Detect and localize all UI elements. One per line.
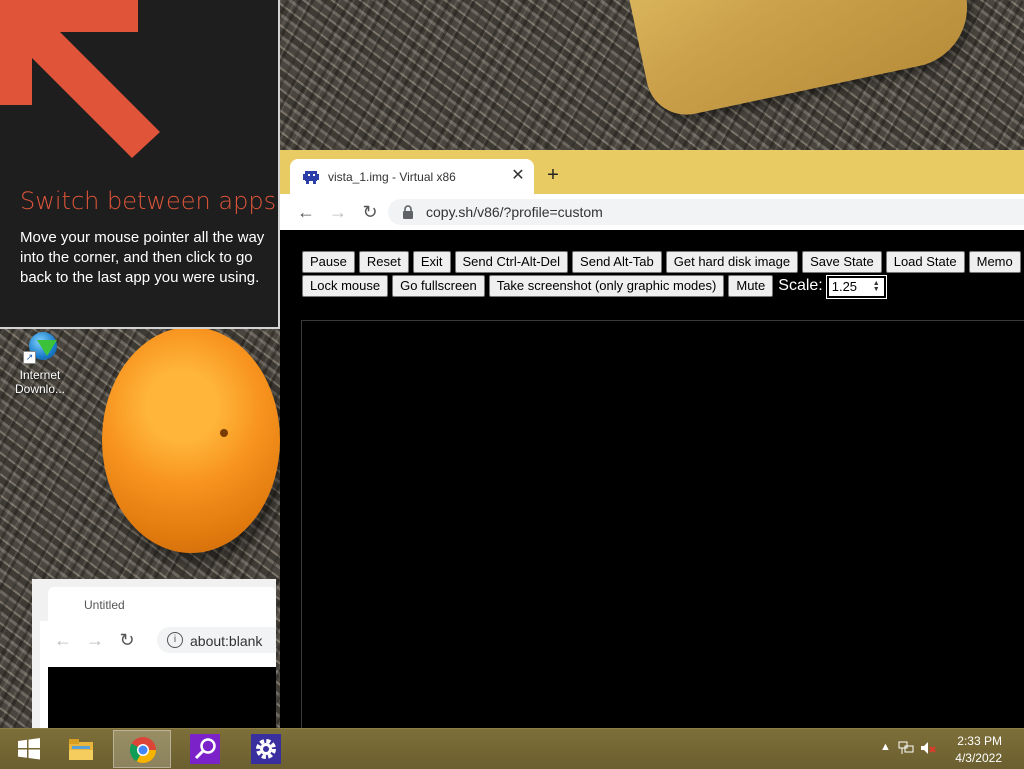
taskbar: ▲ 2:33 PM 4/3/2022 xyxy=(0,728,1024,769)
gear-icon xyxy=(251,734,281,764)
folder-icon xyxy=(69,739,93,760)
tip-panel: Switch between apps Move your mouse poin… xyxy=(0,0,280,329)
browser-window: vista_1.img - Virtual x86 ✕ + ← → ↻ copy… xyxy=(280,150,1024,728)
show-hidden-icons-icon[interactable]: ▲ xyxy=(880,741,891,753)
mini-browser-black-area xyxy=(48,667,276,728)
taskbar-search-app[interactable] xyxy=(176,730,234,768)
volume-muted-icon[interactable] xyxy=(920,741,936,755)
address-bar[interactable]: copy.sh/v86/?profile=custom xyxy=(388,199,1024,225)
mini-browser-toolbar: ← → ↻ i about:blank xyxy=(40,621,276,659)
tab-title: vista_1.img - Virtual x86 xyxy=(328,170,456,184)
reset-button[interactable]: Reset xyxy=(358,251,409,273)
mini-browser-content xyxy=(40,659,276,728)
desktop-icon-label-line2: Downlo... xyxy=(14,382,66,396)
taskbar-settings-app[interactable] xyxy=(237,730,295,768)
get-hard-disk-image-button[interactable]: Get hard disk image xyxy=(665,251,799,273)
tab-strip: vista_1.img - Virtual x86 ✕ + xyxy=(280,150,1024,194)
mini-tab-title: Untitled xyxy=(84,598,125,612)
spinner-arrows-icon[interactable]: ▲ ▼ xyxy=(873,280,880,293)
tab-close-icon[interactable]: ✕ xyxy=(509,167,527,185)
load-state-button[interactable]: Load State xyxy=(885,251,965,273)
mini-address-bar[interactable]: i about:blank xyxy=(157,627,276,653)
scale-label: Scale: xyxy=(778,277,823,294)
back-arrow-icon[interactable]: ← xyxy=(295,201,317,223)
info-icon: i xyxy=(167,632,183,648)
send-alt-tab-button[interactable]: Send Alt-Tab xyxy=(572,251,662,273)
clock-date[interactable]: 4/3/2022 xyxy=(942,751,1002,765)
mini-browser-tab[interactable]: Untitled ✕ xyxy=(48,587,276,621)
lock-mouse-button[interactable]: Lock mouse xyxy=(302,275,389,297)
go-fullscreen-button[interactable]: Go fullscreen xyxy=(392,275,485,297)
wallpaper-orange xyxy=(102,327,280,553)
save-state-button[interactable]: Save State xyxy=(802,251,882,273)
mini-address-url: about:blank xyxy=(190,633,263,649)
mute-button[interactable]: Mute xyxy=(728,275,774,297)
magnifier-icon xyxy=(190,734,220,764)
internet-download-manager-icon: ↗ xyxy=(23,330,57,364)
emulator-screen[interactable] xyxy=(301,320,1024,728)
mini-reload-icon[interactable]: ↻ xyxy=(116,629,138,651)
browser-tab[interactable]: vista_1.img - Virtual x86 ✕ xyxy=(290,159,534,194)
lock-icon xyxy=(403,205,413,219)
windows-logo-icon xyxy=(18,738,40,760)
taskbar-chrome[interactable] xyxy=(113,730,171,768)
control-buttons-row-1: Pause Reset Exit Send Ctrl-Alt-Del Send Alt-… xyxy=(302,251,1024,273)
address-url: copy.sh/v86/?profile=custom xyxy=(426,204,603,220)
chrome-icon xyxy=(129,737,157,764)
reload-icon[interactable]: ↻ xyxy=(359,201,381,223)
browser-toolbar: ← → ↻ copy.sh/v86/?profile=custom xyxy=(280,194,1024,230)
corner-arrow-icon xyxy=(0,0,160,158)
scale-input[interactable]: 1.25 ▲ ▼ xyxy=(825,275,887,299)
send-ctrl-alt-del-button[interactable]: Send Ctrl-Alt-Del xyxy=(454,251,569,273)
desktop-icon-internet-download-manager[interactable]: ↗ Internet Downlo... xyxy=(10,330,70,396)
v86-favicon-icon xyxy=(303,171,319,184)
forward-arrow-icon[interactable]: → xyxy=(327,201,349,223)
mini-back-arrow-icon[interactable]: ← xyxy=(52,629,74,651)
scale-value: 1.25 xyxy=(831,279,858,294)
pause-button[interactable]: Pause xyxy=(302,251,355,273)
v86-page: Pause Reset Exit Send Ctrl-Alt-Del Send Alt-… xyxy=(280,230,1024,728)
take-screenshot-button[interactable]: Take screenshot (only graphic modes) xyxy=(488,275,725,297)
memory-button[interactable]: Memo xyxy=(968,251,1021,273)
exit-button[interactable]: Exit xyxy=(412,251,451,273)
tip-body: Move your mouse pointer all the way into… xyxy=(20,229,265,286)
mini-browser-window: Untitled ✕ ← → ↻ i about:blank xyxy=(32,579,276,728)
network-icon[interactable] xyxy=(898,741,914,755)
system-tray: ▲ 2:33 PM 4/3/2022 xyxy=(864,729,1024,769)
start-button[interactable] xyxy=(0,730,58,768)
taskbar-file-explorer[interactable] xyxy=(52,730,110,768)
control-buttons-row-2: Lock mouse Go fullscreen Take screenshot (… xyxy=(302,275,887,299)
mini-forward-arrow-icon[interactable]: → xyxy=(84,629,106,651)
tip-title: Switch between apps xyxy=(20,187,277,215)
new-tab-button[interactable]: + xyxy=(542,164,564,186)
desktop-icon-label-line1: Internet xyxy=(19,368,61,382)
clock-time[interactable]: 2:33 PM xyxy=(942,734,1002,748)
